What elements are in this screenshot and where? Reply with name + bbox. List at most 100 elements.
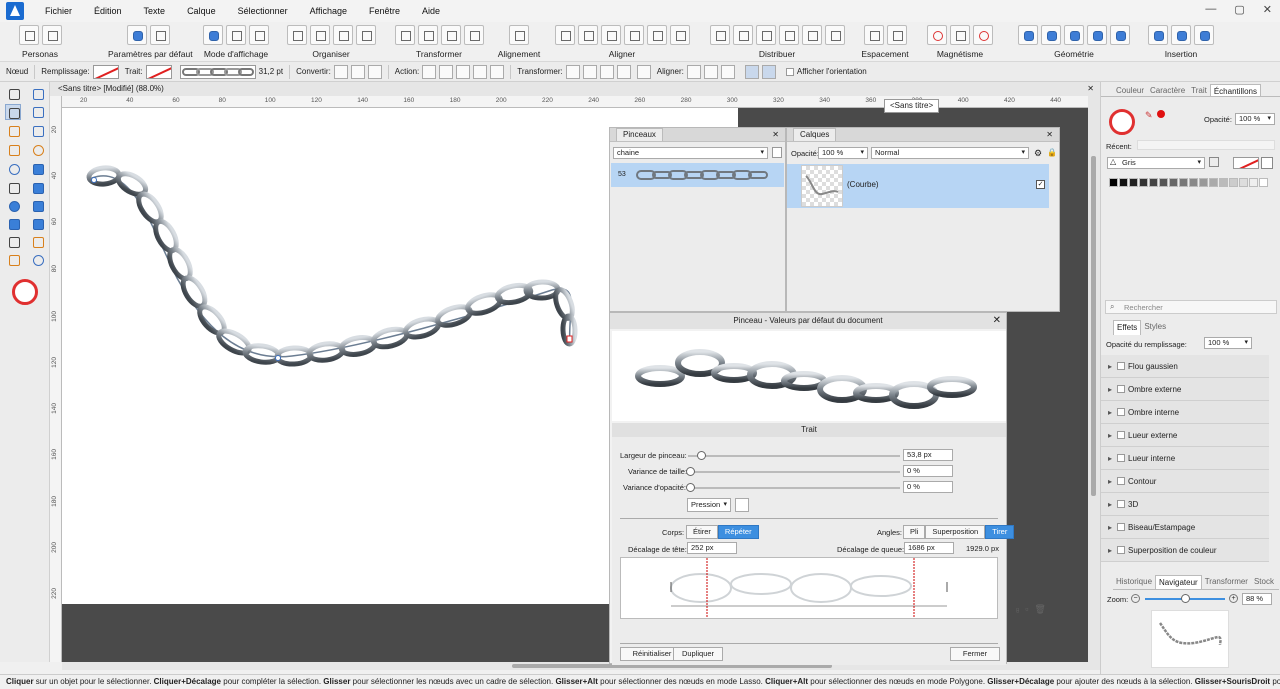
- star-shape-tool-icon[interactable]: [30, 216, 46, 232]
- geometry-add-icon[interactable]: [1018, 25, 1038, 45]
- effect-row[interactable]: Lueur interne: [1101, 447, 1269, 470]
- pixel-persona-icon[interactable]: [41, 25, 62, 45]
- brush-width-input[interactable]: 53,8 px: [903, 449, 953, 461]
- convert-sharp-icon[interactable]: [333, 64, 348, 79]
- node-tool-icon[interactable]: [5, 104, 21, 120]
- pen-tool-icon[interactable]: [6, 123, 22, 139]
- gray-swatch[interactable]: [1199, 178, 1208, 187]
- tab-color[interactable]: Couleur: [1113, 84, 1147, 96]
- add-layer-icon[interactable]: ▫: [1016, 604, 1019, 615]
- angle-fold-button[interactable]: Pli: [903, 525, 926, 539]
- designer-persona-icon[interactable]: [18, 25, 39, 45]
- geometry-subtract-icon[interactable]: [1041, 25, 1061, 45]
- minimize-icon[interactable]: —: [1205, 3, 1216, 16]
- rotate-left-icon[interactable]: [440, 25, 461, 45]
- vector-brush-tool-icon[interactable]: [6, 142, 22, 158]
- transform-scale-icon[interactable]: [599, 64, 614, 79]
- effect-row[interactable]: 3D: [1101, 493, 1269, 516]
- distribute-icon-1[interactable]: [709, 25, 730, 45]
- flip-h-icon[interactable]: [394, 25, 415, 45]
- transform-box-icon[interactable]: [636, 64, 651, 79]
- move-tool-icon[interactable]: [6, 86, 22, 102]
- head-offset-input[interactable]: 252 px: [687, 542, 737, 554]
- snapping-help-icon[interactable]: [973, 25, 993, 45]
- snapping-options-icon[interactable]: [950, 25, 970, 45]
- swatch-opacity-select[interactable]: 100 %: [1235, 113, 1275, 125]
- effect-checkbox[interactable]: [1117, 477, 1125, 485]
- brush-dialog-close-icon[interactable]: ✕: [993, 313, 1001, 329]
- close-icon[interactable]: ✕: [1263, 3, 1272, 16]
- effect-checkbox[interactable]: [1117, 500, 1125, 508]
- rotate-right-icon[interactable]: [463, 25, 484, 45]
- rounded-rectangle-tool-icon[interactable]: [30, 198, 46, 214]
- gray-swatch[interactable]: [1109, 178, 1118, 187]
- action-smooth-icon[interactable]: [456, 64, 471, 79]
- brush-preview-button[interactable]: [179, 64, 256, 79]
- rectangle-tool-icon[interactable]: [30, 180, 46, 196]
- gray-swatch[interactable]: [1239, 178, 1248, 187]
- size-variance-slider-knob[interactable]: [686, 467, 695, 476]
- brush-menu-icon[interactable]: [772, 147, 782, 158]
- tab-swatches[interactable]: Échantillons: [1209, 84, 1261, 96]
- palette-select[interactable]: Gris: [1107, 157, 1205, 169]
- snap-node-icon[interactable]: [744, 64, 759, 79]
- size-variance-input[interactable]: 0 %: [903, 465, 953, 477]
- gray-swatch[interactable]: [1209, 178, 1218, 187]
- align-nodes-icon[interactable]: [720, 64, 735, 79]
- point-transform-tool-icon[interactable]: [30, 104, 46, 120]
- arrange-backward-icon[interactable]: [309, 25, 330, 45]
- gray-swatch[interactable]: [1179, 178, 1188, 187]
- align-bottom-icon[interactable]: [669, 25, 690, 45]
- zoom-input[interactable]: 88 %: [1242, 593, 1272, 605]
- gray-swatch[interactable]: [1149, 178, 1158, 187]
- tab-stroke[interactable]: Trait: [1188, 84, 1210, 96]
- insert-inside-icon[interactable]: [1194, 25, 1214, 45]
- geometry-divide-icon[interactable]: [1110, 25, 1130, 45]
- convert-smooth-icon[interactable]: [350, 64, 365, 79]
- align-top-icon[interactable]: [623, 25, 644, 45]
- align-middle-icon[interactable]: [646, 25, 667, 45]
- stroke-width-value[interactable]: 31,2 pt: [259, 67, 283, 76]
- navigator-preview[interactable]: [1151, 610, 1229, 668]
- flip-v-icon[interactable]: [417, 25, 438, 45]
- menu-item[interactable]: Aide: [411, 0, 451, 22]
- distribute-icon-2[interactable]: [732, 25, 753, 45]
- action-join-icon[interactable]: [473, 64, 488, 79]
- layer-settings-icon[interactable]: ⚙: [1034, 148, 1042, 159]
- distribute-icon-5[interactable]: [801, 25, 822, 45]
- current-color-dot[interactable]: [1157, 110, 1165, 118]
- hand-tool-icon[interactable]: [6, 252, 22, 268]
- action-break-icon[interactable]: [422, 64, 437, 79]
- zoom-slider-knob[interactable]: [1181, 594, 1190, 603]
- effect-row[interactable]: Lueur externe: [1101, 424, 1269, 447]
- tab-styles[interactable]: Styles: [1141, 320, 1169, 335]
- delete-layer-icon[interactable]: 🗑: [1034, 604, 1045, 615]
- effect-row[interactable]: Contour: [1101, 470, 1269, 493]
- transform-rotate-icon[interactable]: [616, 64, 631, 79]
- pressure-select[interactable]: Pression: [687, 498, 731, 512]
- layer-opacity-select[interactable]: 100 %: [818, 147, 868, 159]
- v-scrollbar[interactable]: [1088, 96, 1100, 670]
- effect-row[interactable]: Ombre externe: [1101, 378, 1269, 401]
- action-close-icon[interactable]: [439, 64, 454, 79]
- ellipse-tool-icon[interactable]: [6, 198, 22, 214]
- brushes-tab[interactable]: Pinceaux: [616, 128, 663, 141]
- layers-tab[interactable]: Calques: [793, 128, 837, 141]
- arrow-shape-tool-icon[interactable]: [6, 216, 22, 232]
- transform-origin-icon[interactable]: [582, 64, 597, 79]
- gray-swatch[interactable]: [1189, 178, 1198, 187]
- menu-item[interactable]: Fichier: [34, 0, 83, 22]
- align-left-icon[interactable]: [554, 25, 575, 45]
- insert-behind-icon[interactable]: [1148, 25, 1168, 45]
- tab-history[interactable]: Historique: [1113, 575, 1155, 589]
- zoom-in-icon[interactable]: +: [1229, 594, 1238, 603]
- align-nodes-v-icon[interactable]: [703, 64, 718, 79]
- tab-transform[interactable]: Transformer: [1202, 575, 1251, 589]
- menu-item[interactable]: Édition: [83, 0, 133, 22]
- opacity-variance-slider[interactable]: [688, 487, 900, 489]
- effect-checkbox[interactable]: [1117, 385, 1125, 393]
- menu-item[interactable]: Texte: [133, 0, 177, 22]
- menu-item[interactable]: Sélectionner: [227, 0, 299, 22]
- menu-item[interactable]: Affichage: [299, 0, 358, 22]
- fill-stroke-swatch-icon[interactable]: [12, 279, 38, 305]
